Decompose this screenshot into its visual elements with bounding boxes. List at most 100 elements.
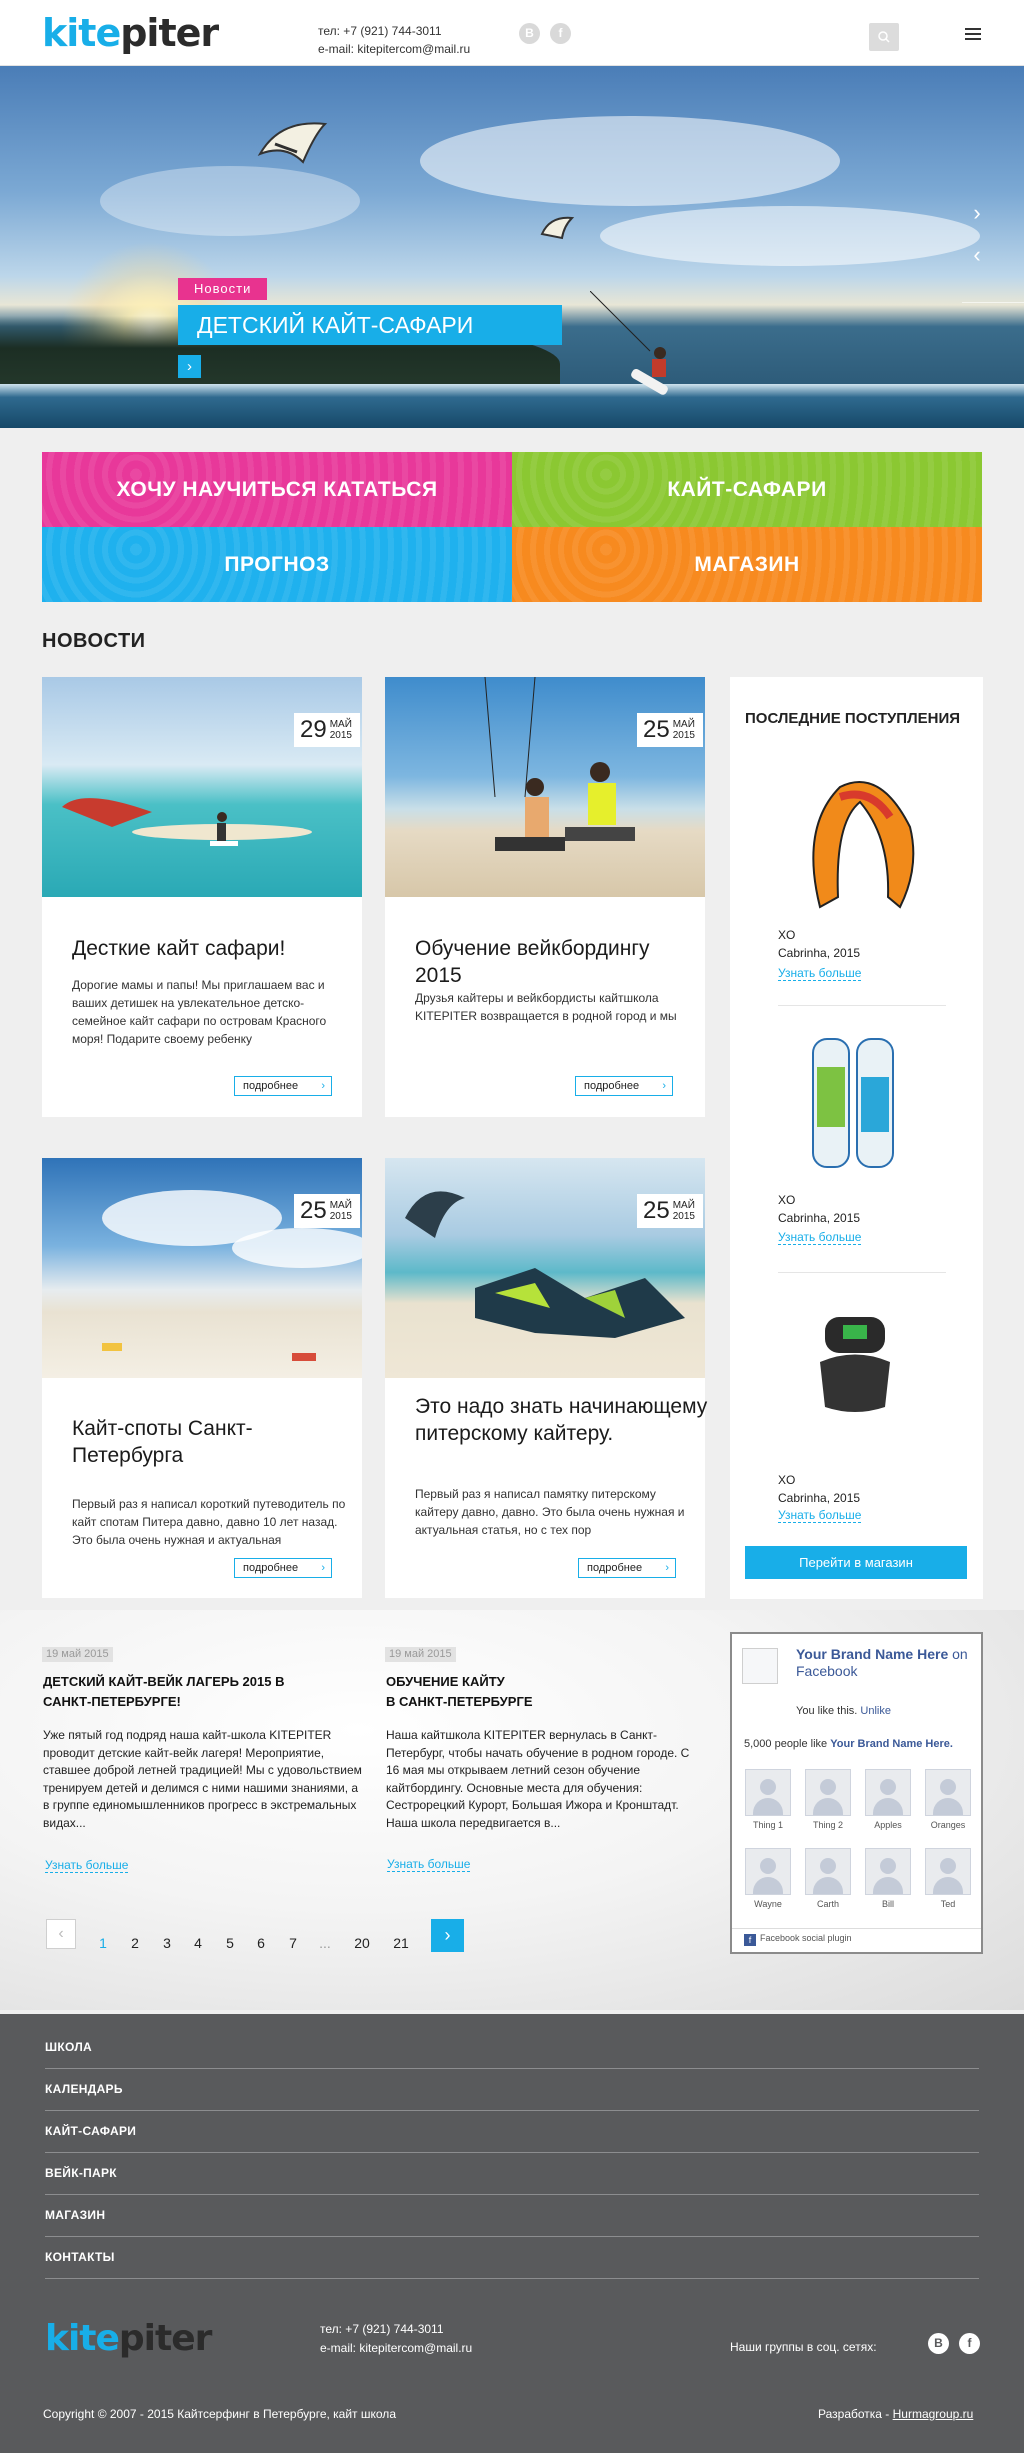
pagination-next-button[interactable]: › — [431, 1919, 464, 1952]
pagination-page[interactable]: 4 — [186, 1935, 210, 1951]
news-card-title[interactable]: Это надо знать начинающему питерскому ка… — [415, 1393, 715, 1447]
facebook-friend-avatar[interactable] — [745, 1848, 791, 1895]
facebook-page-name[interactable]: Your Brand Name Here on Facebook — [796, 1646, 976, 1680]
chevron-right-icon: › — [665, 1562, 669, 1574]
text-news-title[interactable]: ОБУЧЕНИЕ КАЙТУ В САНКТ-ПЕТЕРБУРГЕ — [386, 1672, 686, 1712]
news-card-title[interactable]: Кайт-споты Санкт-Петербурга — [72, 1415, 302, 1469]
pagination-page[interactable]: 2 — [123, 1935, 147, 1951]
product-name: XO — [778, 928, 796, 942]
slider-prev-icon[interactable]: ‹ — [962, 244, 992, 266]
text-news-more-link[interactable]: Узнать больше — [387, 1857, 471, 1872]
go-to-shop-button[interactable]: Перейти в магазин — [745, 1546, 967, 1579]
facebook-friend-name: Bill — [881, 1899, 894, 1909]
kite-product-image[interactable] — [780, 767, 930, 917]
facebook-divider — [732, 1928, 981, 1929]
facebook-friend-name: Thing 1 — [752, 1820, 784, 1830]
product-name: XO — [778, 1193, 796, 1207]
footer-menu-school[interactable]: ШКОЛА — [45, 2040, 92, 2054]
footer-menu-kite-safari[interactable]: КАЙТ-САФАРИ — [45, 2124, 136, 2138]
news-card-title[interactable]: Десткие кайт сафари! — [72, 935, 342, 962]
news-card[interactable]: 29 МАЙ 2015 Десткие кайт сафари! Дорогие … — [42, 677, 362, 1117]
footer-menu-contacts[interactable]: КОНТАКТЫ — [45, 2250, 115, 2264]
text-news-title[interactable]: ДЕТСКИЙ КАЙТ-ВЕЙК ЛАГЕРЬ 2015 В САНКТ-ПЕ… — [43, 1672, 333, 1712]
pagination-prev-button[interactable]: ‹ — [46, 1919, 76, 1949]
footer-menu-divider — [45, 2110, 979, 2111]
footer-email[interactable]: e-mail: kitepitercom@mail.ru — [320, 2339, 472, 2358]
news-card[interactable]: 25 МАЙ 2015 Кайт-споты Санкт-Петербурга П… — [42, 1158, 362, 1598]
chevron-right-icon: › — [662, 1080, 666, 1092]
news-card-title[interactable]: Обучение вейкбордингу 2015 — [415, 935, 685, 989]
news-card-image: 25 МАЙ 2015 — [385, 677, 705, 897]
logo[interactable]: kitepiter — [42, 14, 219, 52]
slider-next-icon[interactable]: › — [962, 202, 992, 224]
text-news-more-link[interactable]: Узнать больше — [45, 1858, 129, 1873]
footer-menu-shop[interactable]: МАГАЗИН — [45, 2208, 105, 2222]
search-button[interactable] — [869, 23, 899, 51]
facebook-friend-avatar[interactable] — [925, 1848, 971, 1895]
facebook-friend-avatar[interactable] — [925, 1769, 971, 1816]
facebook-unlike-link[interactable]: Unlike — [860, 1705, 891, 1717]
chevron-right-icon: › — [321, 1080, 325, 1092]
product-name: XO — [778, 1473, 796, 1487]
footer-menu-divider — [45, 2278, 979, 2279]
pagination-page[interactable]: 3 — [155, 1935, 179, 1951]
board-product-image[interactable] — [805, 1037, 905, 1172]
footer-logo[interactable]: kitepiter — [45, 2321, 212, 2357]
tile-forecast[interactable]: ПРОГНОЗ — [42, 527, 512, 602]
developer-link[interactable]: Hurmagroup.ru — [893, 2407, 974, 2421]
news-card[interactable]: 25 МАЙ 2015 Обучение вейкбордингу 2015 Др… — [385, 677, 705, 1117]
facebook-friend-avatar[interactable] — [865, 1848, 911, 1895]
pagination-page[interactable]: 7 — [281, 1935, 305, 1951]
product-divider — [778, 1272, 946, 1273]
vk-icon[interactable]: В — [928, 2333, 949, 2354]
more-button[interactable]: подробнее › — [234, 1558, 332, 1578]
facebook-like-box: Your Brand Name Here on Facebook You lik… — [730, 1632, 983, 1954]
header-email[interactable]: e-mail: kitepitercom@mail.ru — [318, 40, 470, 58]
tile-learn[interactable]: ХОЧУ НАУЧИТЬСЯ КАТАТЬСЯ — [42, 452, 512, 527]
facebook-like-count: 5,000 people like Your Brand Name Here. — [744, 1738, 953, 1750]
news-card[interactable]: 25 МАЙ 2015 Это надо знать начинающему пи… — [385, 1158, 707, 1598]
latest-products-sidebar: ПОСЛЕДНИЕ ПОСТУПЛЕНИЯ XO Cabrinha, 2015 … — [730, 677, 983, 1599]
hamburger-menu-icon[interactable] — [965, 28, 981, 42]
news-section-title: НОВОСТИ — [42, 630, 146, 652]
footer-menu-calendar[interactable]: КАЛЕНДАРЬ — [45, 2082, 123, 2096]
news-card-text: Друзья кайтеры и вейкбордисты кайтшкола … — [415, 991, 677, 1023]
more-button[interactable]: подробнее › — [234, 1076, 332, 1096]
harness-product-image[interactable] — [815, 1317, 895, 1417]
facebook-page-avatar[interactable] — [742, 1648, 778, 1684]
product-more-link[interactable]: Узнать больше — [778, 1508, 862, 1523]
product-more-link[interactable]: Узнать больше — [778, 1230, 862, 1245]
facebook-icon[interactable]: f — [959, 2333, 980, 2354]
product-more-link[interactable]: Узнать больше — [778, 966, 862, 981]
pagination-ellipsis: ... — [319, 1935, 331, 1951]
footer-menu-wake-park[interactable]: ВЕЙК-ПАРК — [45, 2166, 117, 2180]
facebook-friend-avatar[interactable] — [805, 1848, 851, 1895]
hero-title[interactable]: ДЕТСКИЙ КАЙТ-САФАРИ — [178, 305, 562, 345]
facebook-icon[interactable]: f — [550, 23, 571, 44]
facebook-plugin-label[interactable]: f Facebook social plugin — [744, 1933, 852, 1946]
pagination-page[interactable]: 1 — [91, 1935, 115, 1951]
facebook-friend-name: Carth — [816, 1899, 839, 1909]
text-news-text: Уже пятый год подряд наша кайт-школа KIT… — [43, 1728, 362, 1830]
news-card-image: 25 МАЙ 2015 — [42, 1158, 362, 1378]
more-button[interactable]: подробнее › — [578, 1558, 676, 1578]
facebook-friend-avatar[interactable] — [745, 1769, 791, 1816]
hero-more-button[interactable]: › — [178, 355, 201, 378]
tile-kite-safari[interactable]: КАЙТ-САФАРИ — [512, 452, 982, 527]
text-news-date: 19 май 2015 — [42, 1647, 113, 1662]
footer-contacts: тел: +7 (921) 744-3011 e-mail: kitepiter… — [320, 2320, 472, 2358]
tile-shop[interactable]: МАГАЗИН — [512, 527, 982, 602]
vk-icon[interactable]: В — [519, 23, 540, 44]
more-button[interactable]: подробнее › — [575, 1076, 673, 1096]
pagination-page[interactable]: 5 — [218, 1935, 242, 1951]
slider-arrows-divider — [962, 302, 1024, 303]
pagination-page[interactable]: 20 — [350, 1935, 374, 1951]
facebook-friend-name: Thing 2 — [812, 1820, 844, 1830]
hero-category-tag[interactable]: Новости — [178, 278, 268, 300]
facebook-friend-avatar[interactable] — [805, 1769, 851, 1816]
facebook-friend-avatar[interactable] — [865, 1769, 911, 1816]
site-footer — [0, 2014, 1024, 2453]
footer-menu-divider — [45, 2068, 979, 2069]
pagination-page[interactable]: 6 — [249, 1935, 273, 1951]
pagination-page[interactable]: 21 — [389, 1935, 413, 1951]
